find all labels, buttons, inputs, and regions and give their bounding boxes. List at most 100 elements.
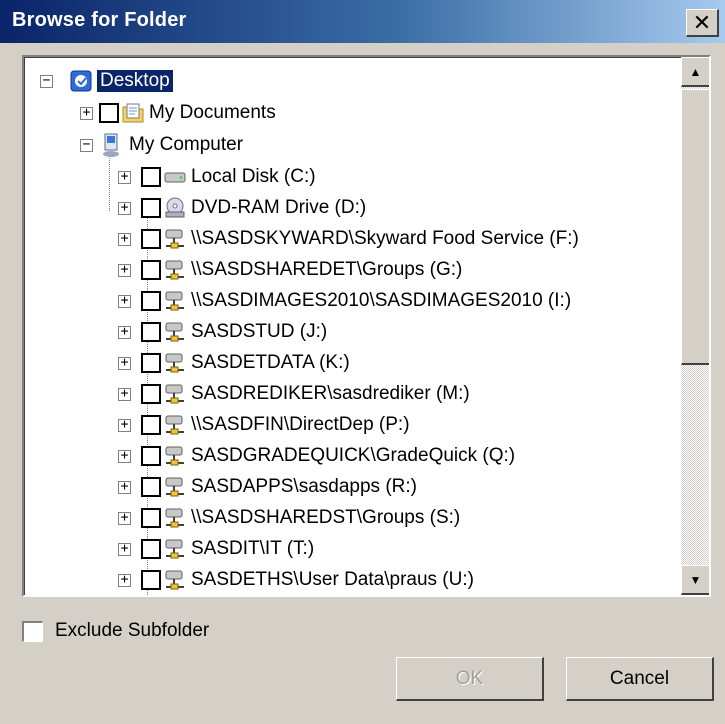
tree-item-label: \\SASDFIN\DirectDep (P:): [191, 414, 410, 435]
exclude-subfolder-checkbox[interactable]: [22, 620, 43, 642]
expand-icon[interactable]: +: [118, 511, 131, 525]
tree-item-label: SASDAPPS\sasdapps (R:): [191, 476, 417, 497]
expand-icon[interactable]: +: [118, 201, 131, 215]
tree-item-drive[interactable]: + SASDIT\IT (T:): [118, 535, 314, 563]
tree-item-my-documents[interactable]: + My Documents: [80, 99, 276, 127]
exclude-subfolder-option[interactable]: Exclude Subfolder: [22, 620, 209, 642]
close-icon: ✕: [692, 9, 712, 35]
tree-item-label: DVD-RAM Drive (D:): [191, 197, 367, 218]
folder-tree[interactable]: − Desktop + My Documents − My Computer +…: [22, 55, 711, 597]
tree-item-label: SASDIT\IT (T:): [191, 538, 315, 559]
title-bar: Browse for Folder ✕: [0, 0, 725, 43]
expand-icon[interactable]: +: [118, 573, 131, 587]
close-button[interactable]: ✕: [686, 9, 719, 37]
expand-icon[interactable]: +: [80, 106, 93, 120]
tree-checkbox[interactable]: [141, 167, 161, 187]
tree-item-label: \\SASDSHAREDET\Groups (G:): [191, 259, 463, 280]
hard-disk-icon: [164, 172, 186, 183]
tree-item-label: \\SASDSKYWARD\Skyward Food Service (F:): [191, 228, 579, 249]
tree-item-drive[interactable]: + SASDETDATA (K:): [118, 349, 350, 377]
network-drive-icon: [165, 229, 184, 249]
tree-checkbox[interactable]: [141, 384, 161, 404]
expand-icon[interactable]: +: [118, 325, 131, 339]
tree-item-label: My Documents: [149, 102, 276, 123]
cancel-button-label: Cancel: [609, 667, 670, 689]
tree-item-drive[interactable]: + SASDREDIKER\sasdrediker (M:): [118, 380, 470, 408]
tree-checkbox[interactable]: [141, 477, 161, 497]
tree-item-label: \\SASDIMAGES2010\SASDIMAGES2010 (I:): [191, 290, 572, 311]
tree-checkbox[interactable]: [141, 570, 161, 590]
dvd-drive-icon: [165, 197, 185, 218]
tree-checkbox[interactable]: [141, 322, 161, 342]
cancel-button[interactable]: Cancel: [566, 657, 714, 701]
desktop-icon: [70, 70, 92, 92]
network-drive-icon: [165, 508, 184, 528]
expand-icon[interactable]: +: [118, 263, 131, 277]
tree-checkbox[interactable]: [141, 260, 161, 280]
tree-item-label: SASDSTUD (J:): [191, 321, 328, 342]
tree-item-drive[interactable]: + SASDGRADEQUICK\GradeQuick (Q:): [118, 442, 515, 470]
collapse-icon[interactable]: −: [80, 138, 93, 152]
network-drive-icon: [165, 570, 184, 590]
network-drive-icon: [165, 291, 184, 311]
expand-icon[interactable]: +: [118, 480, 131, 494]
network-drive-icon: [165, 353, 184, 373]
tree-checkbox[interactable]: [141, 198, 161, 218]
scroll-up-button[interactable]: ▲: [681, 57, 709, 87]
folder-documents-icon: [122, 103, 144, 123]
tree-checkbox[interactable]: [141, 353, 161, 373]
tree-checkbox[interactable]: [141, 446, 161, 466]
tree-item-drive[interactable]: + \\SASDSHAREDET\Groups (G:): [118, 256, 462, 284]
tree-connector: [109, 153, 110, 211]
expand-icon[interactable]: +: [118, 542, 131, 556]
tree-item-desktop[interactable]: − Desktop: [40, 67, 174, 95]
tree-item-label: SASDREDIKER\sasdrediker (M:): [191, 383, 470, 404]
network-drive-icon: [165, 384, 184, 404]
tree-item-drive[interactable]: + \\SASDIMAGES2010\SASDIMAGES2010 (I:): [118, 287, 571, 315]
folder-tree-content: − Desktop + My Documents − My Computer +…: [24, 57, 679, 595]
tree-checkbox[interactable]: [141, 539, 161, 559]
tree-checkbox[interactable]: [141, 508, 161, 528]
expand-icon[interactable]: +: [118, 449, 131, 463]
tree-item-label: My Computer: [129, 134, 244, 155]
tree-checkbox[interactable]: [141, 415, 161, 435]
expand-icon[interactable]: +: [118, 418, 131, 432]
expand-icon[interactable]: +: [118, 356, 131, 370]
scroll-down-button[interactable]: ▼: [681, 565, 709, 595]
tree-item-drive[interactable]: + SASDETHS\User Data\praus (U:): [118, 566, 474, 594]
expand-icon[interactable]: +: [118, 232, 131, 246]
network-drive-icon: [165, 446, 184, 466]
arrow-down-icon: ▼: [689, 572, 702, 587]
tree-item-drive[interactable]: + \\SASDFIN\DirectDep (P:): [118, 411, 410, 439]
network-drive-icon: [165, 539, 184, 559]
tree-item-drive[interactable]: + \\SASDSHAREDST\Groups (S:): [118, 504, 460, 532]
exclude-subfolder-label: Exclude Subfolder: [55, 620, 210, 641]
tree-item-label: \\SASDSHAREDST\Groups (S:): [191, 507, 461, 528]
tree-item-drive[interactable]: + DVD-RAM Drive (D:): [118, 194, 366, 222]
collapse-icon[interactable]: −: [40, 74, 53, 88]
tree-item-label: SASDETDATA (K:): [191, 352, 350, 373]
tree-checkbox[interactable]: [141, 229, 161, 249]
window-title: Browse for Folder: [12, 9, 187, 31]
network-drive-icon: [165, 260, 184, 280]
network-drive-icon: [165, 477, 184, 497]
scrollbar-thumb[interactable]: [681, 89, 709, 365]
expand-icon[interactable]: +: [118, 387, 131, 401]
tree-checkbox[interactable]: [141, 291, 161, 311]
vertical-scrollbar[interactable]: ▲ ▼: [681, 57, 709, 595]
tree-item-drive[interactable]: + SASDAPPS\sasdapps (R:): [118, 473, 417, 501]
network-drive-icon: [165, 415, 184, 435]
tree-item-drive[interactable]: + \\SASDSKYWARD\Skyward Food Service (F:): [118, 225, 579, 253]
arrow-up-icon: ▲: [689, 64, 702, 79]
tree-item-drive[interactable]: + SASDSTUD (J:): [118, 318, 327, 346]
tree-item-my-computer[interactable]: − My Computer: [80, 131, 243, 159]
computer-icon: [103, 133, 119, 157]
tree-item-label: Local Disk (C:): [191, 166, 316, 187]
tree-item-label: Desktop: [96, 69, 174, 93]
tree-item-label: SASDETHS\User Data\praus (U:): [191, 569, 474, 590]
expand-icon[interactable]: +: [118, 294, 131, 308]
tree-item-drive[interactable]: + Local Disk (C:): [118, 163, 316, 191]
tree-checkbox[interactable]: [99, 103, 119, 123]
expand-icon[interactable]: +: [118, 170, 131, 184]
ok-button[interactable]: OK: [396, 657, 544, 701]
